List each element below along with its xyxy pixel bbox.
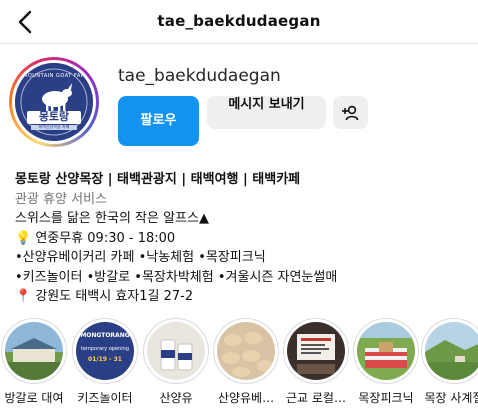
profile-avatar[interactable]: 몽토랑 태백산양목장 카페 MOUNTAIN GOAT FARM <box>9 57 99 147</box>
avatar-logo: 몽토랑 태백산양목장 카페 MOUNTAIN GOAT FARM <box>15 63 93 141</box>
goat-milk-bottle-icon <box>147 322 205 380</box>
highlight-item[interactable]: MONGTORANG temporary opening 01/19 - 31 … <box>72 318 138 406</box>
highlight-cover <box>217 322 275 380</box>
story-highlights: 방갈로 대여 MONGTORANG temporary opening 01/1… <box>0 318 478 409</box>
highlight-label: 목장 사계절 <box>424 391 478 405</box>
suggest-user-button[interactable] <box>333 96 368 129</box>
highlight-label: 방갈로 대여 <box>4 391 64 405</box>
four-seasons-photo-icon <box>425 322 478 380</box>
add-person-icon <box>341 105 358 120</box>
highlight-item[interactable]: 산양유베… <box>213 318 279 406</box>
profile-bio: 몽토랑 산양목장 | 태백관광지 | 태백여행 | 태백카페 관광 휴양 서비스… <box>15 170 475 307</box>
highlight-item[interactable]: 방갈로 대여 <box>1 318 67 406</box>
bio-line-tagline: 스위스를 닮은 한국의 작은 알프스▲ <box>15 211 209 226</box>
highlight-item[interactable]: 목장피크닉 <box>353 318 419 406</box>
follow-button[interactable]: 팔로우 <box>118 96 199 146</box>
bio-name: 몽토랑 산양목장 | 태백관광지 | 태백여행 | 태백카페 <box>15 172 301 187</box>
highlight-cover <box>5 322 63 380</box>
highlight-cover <box>147 322 205 380</box>
bio-category: 관광 휴양 서비스 <box>15 191 107 207</box>
avatar-sub-text: 태백산양목장 카페 <box>38 124 70 129</box>
picnic-photo-icon <box>357 322 415 380</box>
bio-line-activities: •키즈놀이터 •방갈로 •목장차박체험 •겨울시즌 자연눈썰매 <box>15 269 338 285</box>
bio-line-services: •산양유베이커리 카페 •낙농체험 •목장피크닉 <box>15 250 266 265</box>
highlight-cover <box>425 322 478 380</box>
highlight-label: 산양유베… <box>217 391 275 405</box>
top-bar: tae_baekdudaegan <box>0 0 478 44</box>
highlight-item[interactable]: 산양유 <box>143 318 209 406</box>
highlight-cover-dates: 01/19 - 31 <box>88 356 122 363</box>
bio-line-address: 📍 강원도 태백시 효자1길 27-2 <box>15 289 194 304</box>
avatar-main-text: 몽토랑 <box>38 110 70 123</box>
bio-line-hours: 💡 연중무휴 09:30 - 18:00 <box>15 230 176 246</box>
avatar-top-text: MOUNTAIN GOAT FARM <box>23 73 85 79</box>
profile-username: tae_baekdudaegan <box>118 66 281 86</box>
message-button[interactable]: 메시지 보내기 <box>207 96 326 129</box>
highlight-cover <box>357 322 415 380</box>
highlight-cover-title: MONGTORANG <box>80 332 130 339</box>
highlight-label: 산양유 <box>159 391 193 405</box>
page-title: tae_baekdudaegan <box>157 12 321 30</box>
highlight-item[interactable]: 근교 로컬… <box>283 318 349 406</box>
highlight-cover: MONGTORANG temporary opening 01/19 - 31 <box>76 322 134 380</box>
highlight-cover-subtitle: temporary opening <box>80 346 130 352</box>
highlight-cover <box>287 322 345 380</box>
local-shop-photo-icon <box>287 322 345 380</box>
bungalow-photo-icon <box>5 322 63 380</box>
highlight-label: 목장피크닉 <box>358 391 414 405</box>
highlight-item[interactable]: 목장 사계절 <box>421 318 478 406</box>
bakery-bread-icon <box>217 322 275 380</box>
highlight-label: 키즈놀이터 <box>77 391 133 405</box>
highlight-label: 근교 로컬… <box>286 391 346 405</box>
